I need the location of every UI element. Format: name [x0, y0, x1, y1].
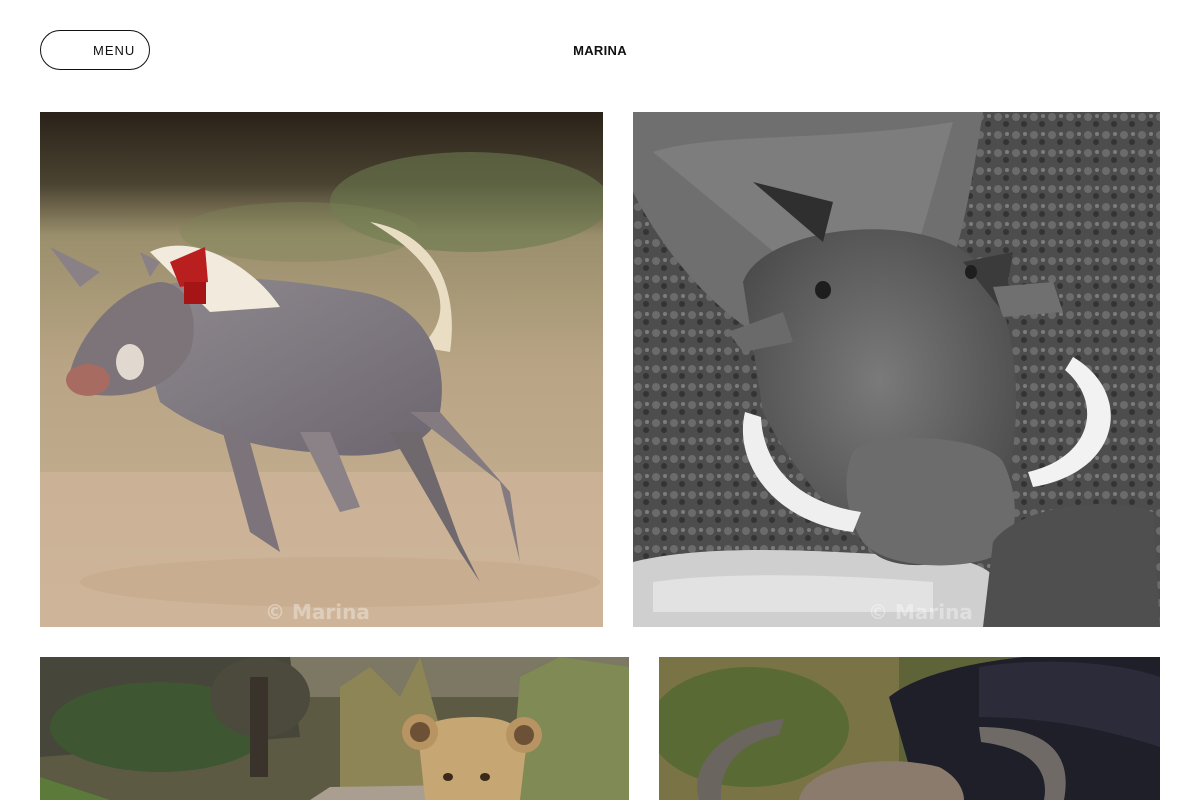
menu-label: MENU	[93, 43, 136, 58]
gallery-photo-warthog-drinking[interactable]: © Marina	[633, 112, 1160, 627]
site-title[interactable]: MARINA	[500, 43, 700, 58]
menu-button[interactable]: MENU	[40, 30, 150, 70]
buffalo-image	[659, 657, 1160, 800]
gallery-photo-lion-cub[interactable]	[40, 657, 629, 800]
watermark-text: © Marina	[265, 600, 370, 624]
warthog-drinking-image: © Marina	[633, 112, 1160, 627]
gallery-photo-running-warthog[interactable]: © Marina	[40, 112, 603, 627]
site-header: MENU MARINA	[0, 0, 1200, 100]
watermark-text: © Marina	[868, 600, 973, 624]
running-warthog-image: © Marina	[40, 112, 603, 627]
lion-cub-image	[40, 657, 629, 800]
gallery-photo-buffalo[interactable]	[659, 657, 1160, 800]
